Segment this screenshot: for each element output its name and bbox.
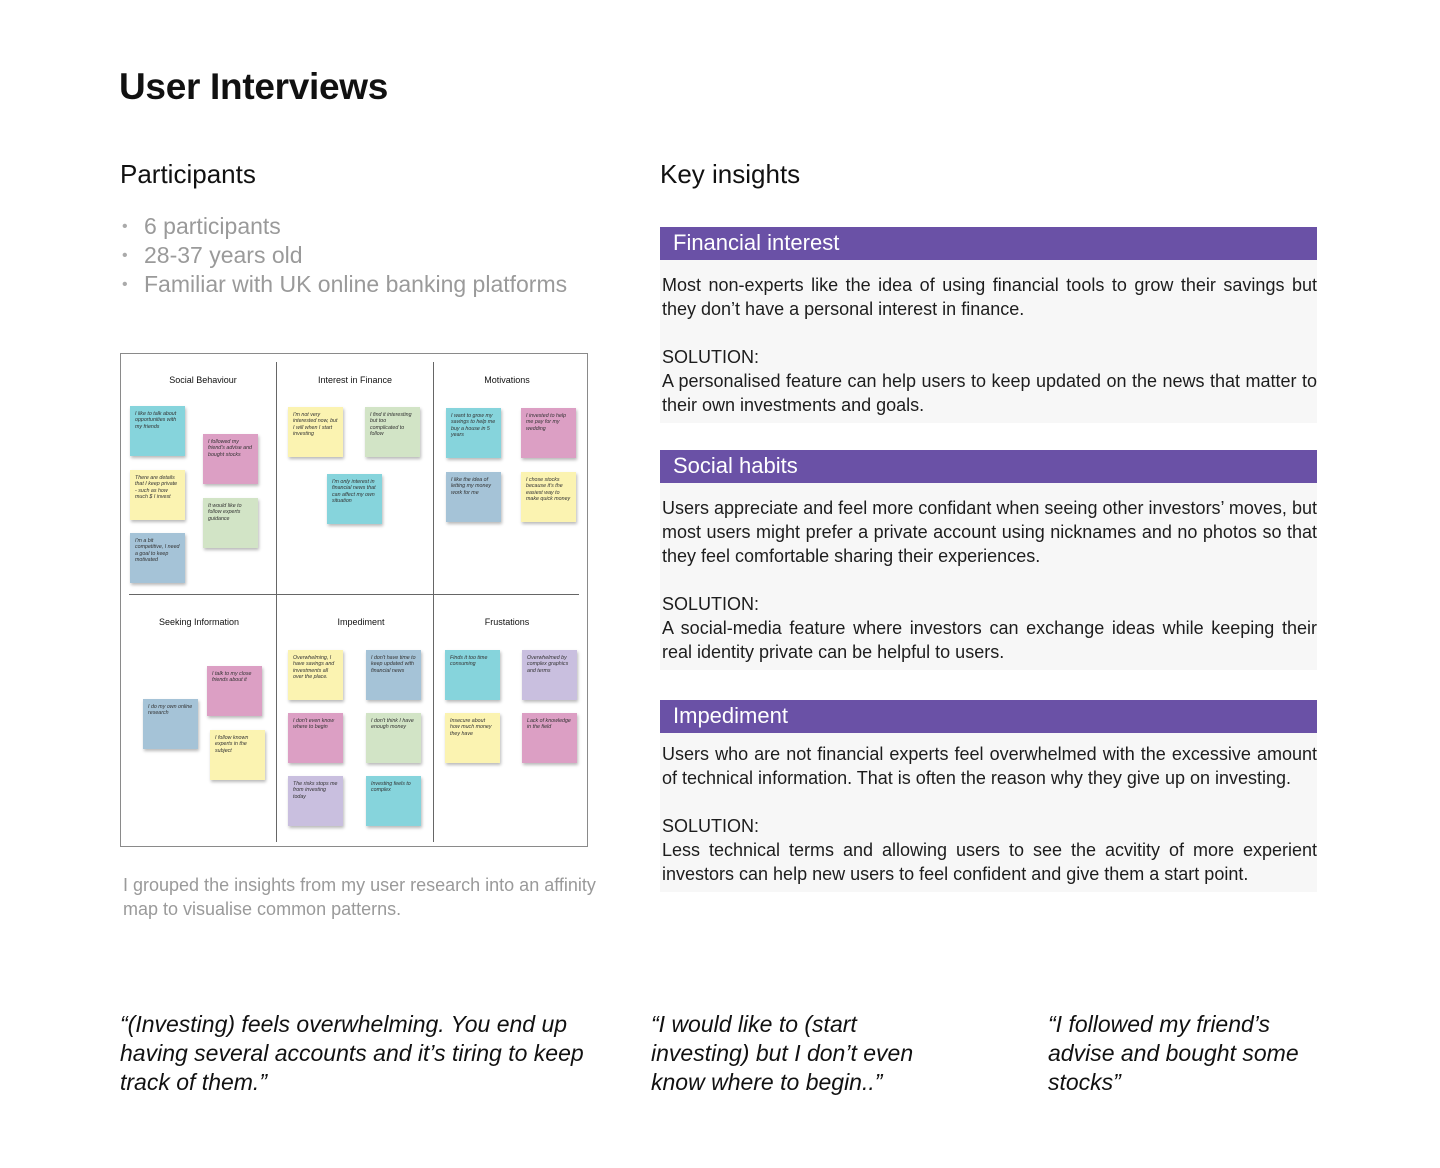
user-quote: “(Investing) feels overwhelming. You end… [120,1011,584,1095]
map-column-label: Frustations [484,617,530,627]
insight-body: Users who are not financial experts feel… [660,733,1317,892]
solution-label: SOLUTION: [662,816,760,836]
sticky-note: Lack of knowledge in the field [522,713,577,763]
sticky-note: I find it interesting but too complicate… [365,407,420,457]
participant-detail: 6 participants [120,212,567,241]
sticky-note: Investing feels to complex [366,776,421,826]
insight-finding: Users appreciate and feel more confidant… [662,498,1317,566]
sticky-note: I'm only interest in financial news that… [327,474,382,524]
sticky-note: I'm a bit competitive, I need a goal to … [130,533,185,583]
sticky-note: Insecure about how much money they have [445,713,500,763]
map-divider [433,362,434,842]
sticky-note: I like to talk about opportunities with … [130,406,185,456]
insight-impediment: Impediment Users who are not financial e… [660,700,1317,892]
map-divider [129,594,579,595]
sticky-note: I want to grow my savings to help me buy… [446,408,501,458]
insight-solution: Less technical terms and allowing users … [662,840,1317,884]
sticky-note: The risks stops me from investing today [288,776,343,826]
insight-title: Social habits [660,450,1317,483]
insight-title: Financial interest [660,227,1317,260]
insight-solution: A social-media feature where investors c… [662,618,1317,662]
participants-list: 6 participants 28-37 years old Familiar … [120,212,567,299]
sticky-note: Finds it too time consuming [445,650,500,700]
map-column-label: Motivations [484,375,530,385]
insight-solution: A personalised feature can help users to… [662,371,1317,415]
user-quote: “I would like to (start investing) but I… [651,1011,914,1095]
insight-body: Most non-experts like the idea of using … [660,260,1317,423]
participant-detail: 28-37 years old [120,241,567,270]
map-divider [276,362,277,842]
participants-heading: Participants [120,159,256,189]
map-column-label: Interest in Finance [317,375,393,385]
solution-label: SOLUTION: [662,347,760,367]
sticky-note: I chose stocks because it's the easiest … [521,472,576,522]
insights-heading: Key insights [660,159,801,189]
participant-detail: Familiar with UK online banking platform… [120,270,567,299]
sticky-note: Overwhelmed by complex graphics and term… [522,650,577,700]
insight-social-habits: Social habits Users appreciate and feel … [660,450,1317,670]
map-column-label: Social Behaviour [169,375,237,385]
insight-title: Impediment [660,700,1317,733]
affinity-map: Social Behaviour Interest in Finance Mot… [120,353,588,847]
sticky-note: I invested to help me pay for my wedding [521,408,576,458]
sticky-note: Overwhelming, I have savings and investm… [288,650,343,700]
sticky-note: I followed my friend's advise and bought… [203,434,258,484]
insight-financial-interest: Financial interest Most non-experts like… [660,227,1317,423]
map-column-label: Seeking Information [158,617,240,627]
sticky-note: I like the idea of letting my money work… [446,472,501,522]
sticky-note: I follow known experts in the subject [210,730,265,780]
insight-finding: Users who are not financial experts feel… [662,744,1317,788]
sticky-note: I don't think I have enough money [366,713,421,763]
sticky-note: It would like to follow experts guidance [203,498,258,548]
sticky-note: I don't have time to keep updated with f… [366,650,421,700]
insight-finding: Most non-experts like the idea of using … [662,275,1317,319]
sticky-note: I don't even know where to begin [288,713,343,763]
sticky-note: I'm not very interested now, but I will … [288,407,343,457]
insight-body: Users appreciate and feel more confidant… [660,483,1317,670]
sticky-note: There are details that I keep private - … [130,470,185,520]
solution-label: SOLUTION: [662,594,760,614]
map-column-label: Impediment [337,617,385,627]
sticky-note: I talk to my close friends about it [207,666,262,716]
user-quote: “I followed my friend’s advise and bough… [1048,1011,1299,1095]
page-title: User Interviews [119,66,389,107]
affinity-map-caption: I grouped the insights from my user rese… [123,875,596,919]
sticky-note: I do my own online research [143,699,198,749]
